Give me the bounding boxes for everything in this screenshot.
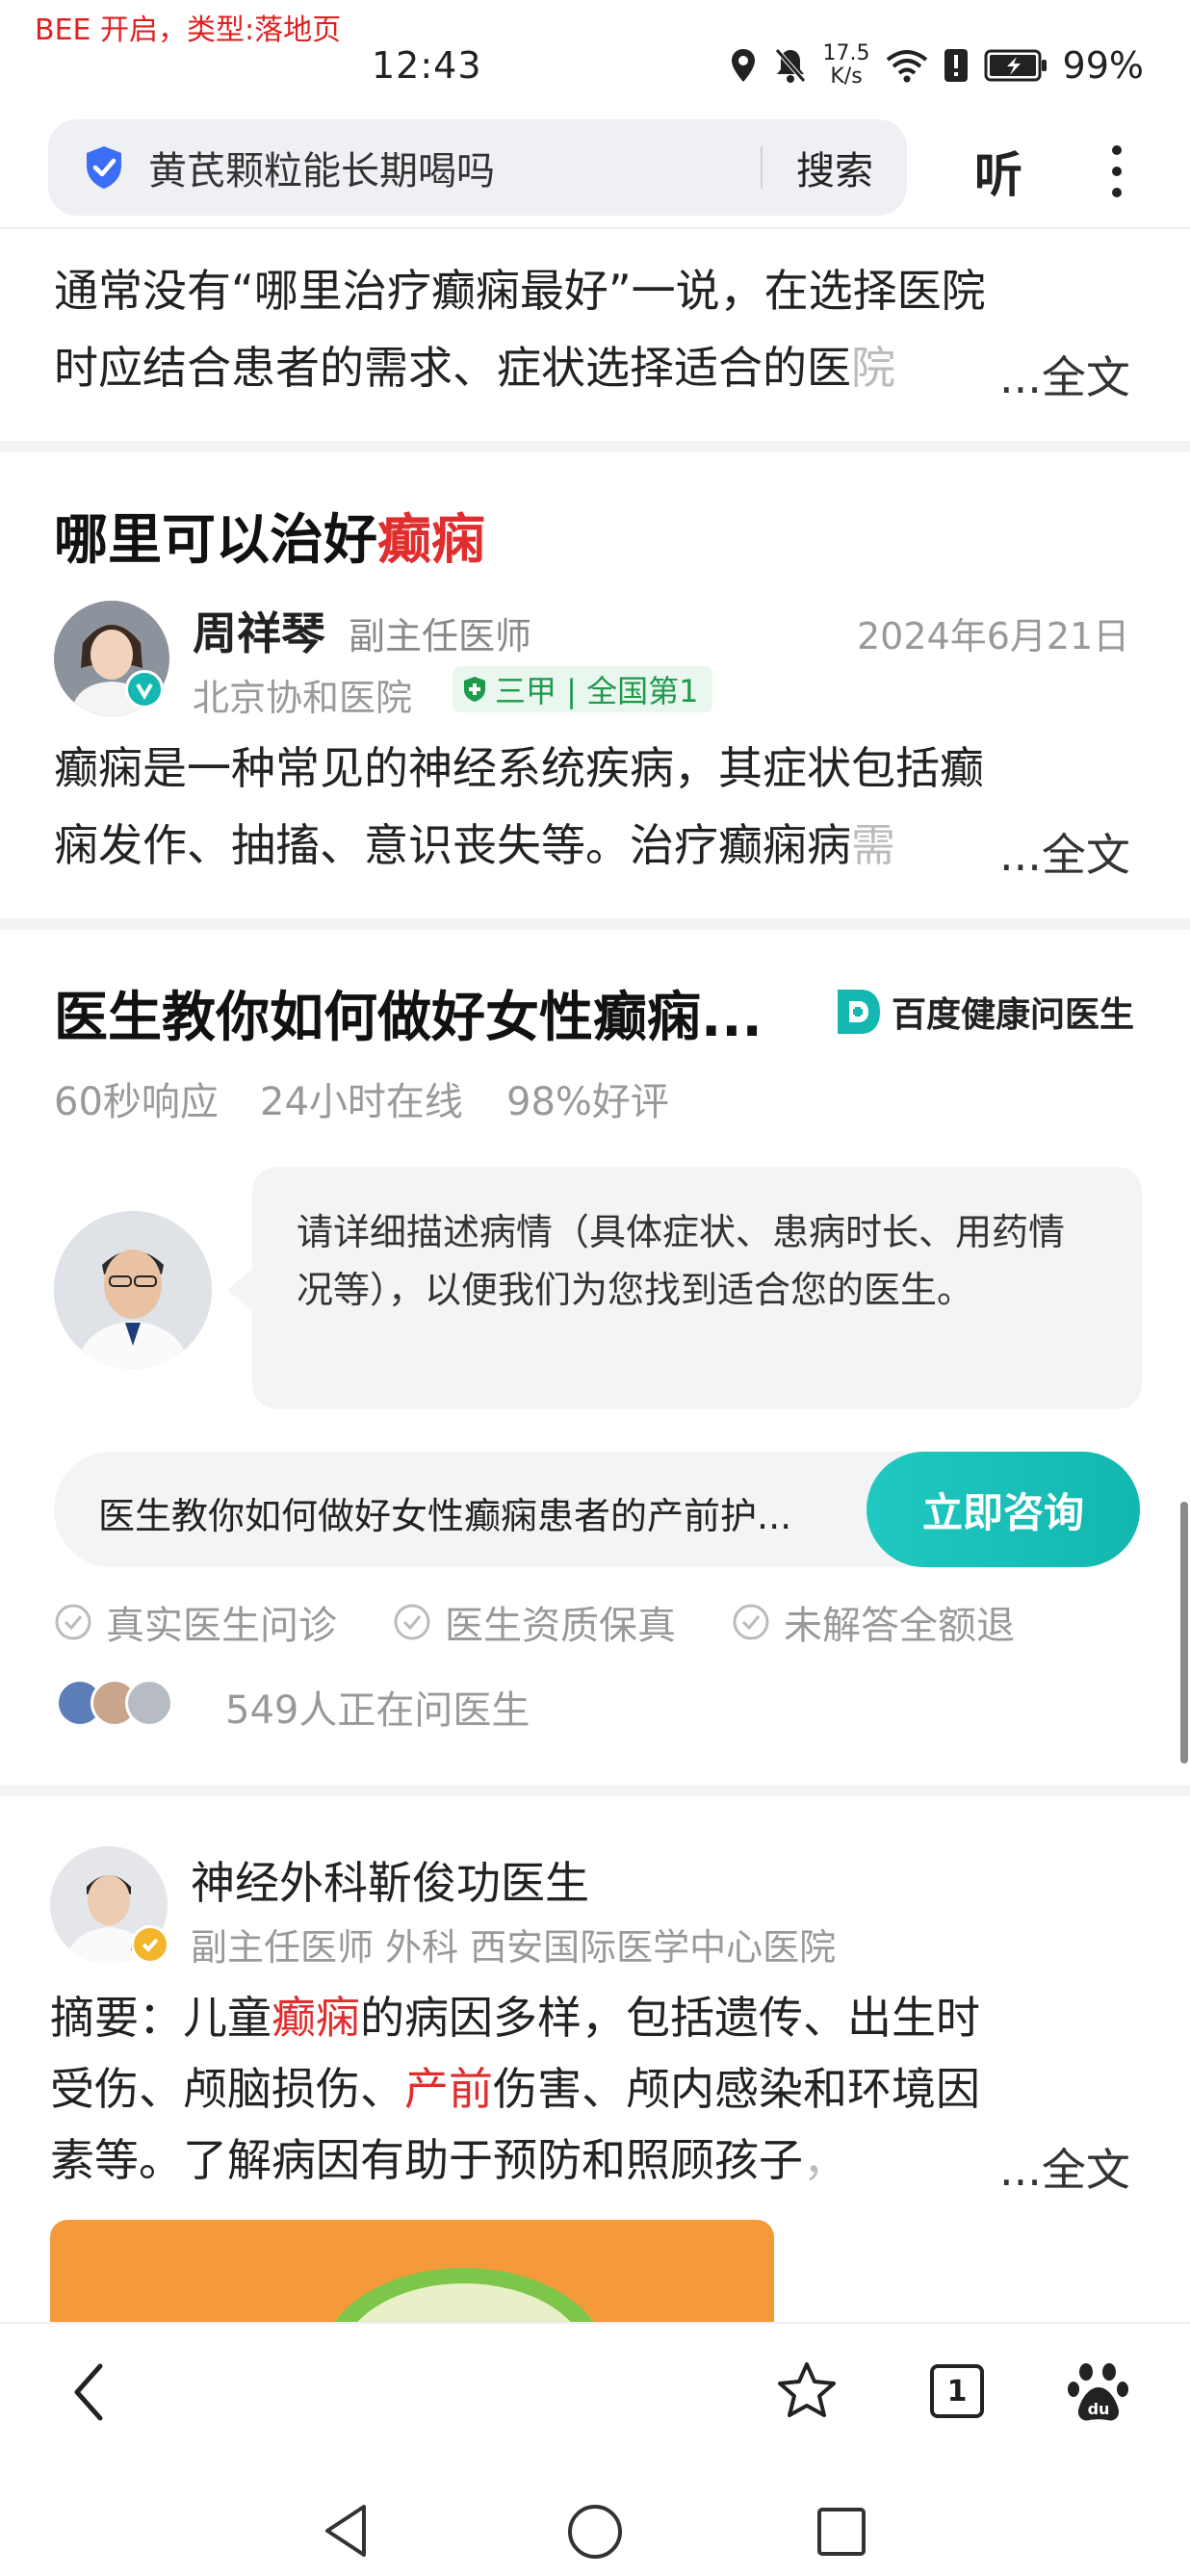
back-arrow-icon[interactable] [69, 2362, 108, 2422]
card2-line2: 痫发作、抽搐、意识丧失等。治疗癫痫病需 [54, 819, 895, 871]
tabs-count-icon[interactable]: 1 [930, 2364, 984, 2418]
mini-avatar [125, 1679, 173, 1727]
consult-input-text[interactable]: 医生教你如何做好女性癫痫患者的产前护... [98, 1486, 791, 1539]
nav-home-icon[interactable] [566, 2503, 624, 2561]
consult-doctor-image [54, 1211, 212, 1369]
article-line2: 受伤、颅脑损伤、产前伤害、颅内感染和环境因 [50, 2063, 980, 2115]
ad-title[interactable]: 医生教你如何做好女性癫痫... [54, 974, 763, 1052]
ad-stat-response: 60秒响应 [54, 1080, 219, 1124]
check-circle-icon [55, 1604, 91, 1640]
card1-line2: 时应结合患者的需求、症状选择适合的医院 [54, 342, 895, 394]
article-image[interactable] [50, 2220, 774, 2322]
status-bar: 12:43 17.5 K/s 99% [0, 0, 1190, 116]
author-name[interactable]: 神经外科靳俊功医生 [191, 1848, 589, 1912]
consult-input-box[interactable]: 医生教你如何做好女性癫痫患者的产前护... 立即咨询 [54, 1452, 1140, 1567]
hospital-rank-tag: 三甲 | 全国第1 [453, 666, 712, 712]
wifi-icon [886, 50, 927, 83]
bubble-tail [227, 1269, 252, 1311]
mute-bell-icon [774, 48, 806, 83]
guarantee-refund: 未解答全额退 [732, 1594, 1015, 1650]
medical-cross-icon [464, 677, 485, 702]
verified-badge-icon [125, 670, 164, 708]
verified-badge-icon [131, 1925, 169, 1964]
doctor-name[interactable]: 周祥琴 [193, 599, 325, 662]
header-divider [0, 227, 1190, 229]
card1-line1: 通常没有“哪里治疗癫痫最好”一说，在选择医院 [54, 265, 986, 317]
status-time: 12:43 [372, 44, 482, 87]
article-line1: 摘要：儿童癫痫的病因多样，包括遗传、出生时 [50, 1992, 980, 2044]
card2-line1: 癫痫是一种常见的神经系统疾病，其症状包括癫 [54, 742, 984, 794]
guarantee-real-doctor: 真实医生问诊 [54, 1594, 337, 1650]
more-menu-icon[interactable] [1105, 142, 1128, 200]
doctor-message-bubble: 请详细描述病情（具体症状、患病时长、用药情况等），以便我们为您找到适合您的医生。 [252, 1167, 1142, 1409]
article-line3: 素等。了解病因有助于预防和照顾孩子， [50, 2134, 847, 2186]
nav-back-icon[interactable] [322, 2503, 370, 2559]
card2-more-link[interactable]: ...全文 [990, 820, 1130, 884]
search-box[interactable]: 黄芪颗粒能长期喝吗 搜索 [48, 119, 907, 216]
nav-recents-icon[interactable] [816, 2507, 867, 2557]
consult-now-button[interactable]: 立即咨询 [867, 1452, 1140, 1567]
battery-icon [984, 49, 1047, 82]
check-circle-icon [733, 1604, 769, 1640]
baidu-paw-icon[interactable]: du [1067, 2360, 1130, 2424]
shield-icon [87, 146, 121, 189]
card-gap [0, 918, 1190, 930]
ad-stat-online: 24小时在线 [260, 1080, 463, 1124]
asking-count: 549人正在问医生 [225, 1688, 530, 1733]
author-meta: 副主任医师 外科 西安国际医学中心医院 [191, 1926, 837, 1969]
location-icon [731, 49, 755, 82]
favorite-star-icon[interactable] [776, 2360, 838, 2420]
card-gap [0, 1785, 1190, 1796]
article-illustration [334, 2268, 594, 2322]
status-icons: 17.5 K/s 99% [729, 39, 1144, 92]
ad-stat-rating: 98%好评 [506, 1080, 669, 1124]
doctor-title: 副主任医师 [349, 615, 532, 657]
bottom-toolbar: 1 du [0, 2322, 1190, 2576]
search-input[interactable]: 黄芪颗粒能长期喝吗 [148, 140, 761, 195]
publish-date: 2024年6月21日 [857, 615, 1130, 657]
asking-avatars [56, 1679, 173, 1727]
check-circle-icon [394, 1604, 430, 1640]
listen-button[interactable]: 听 [974, 137, 1022, 206]
search-button[interactable]: 搜索 [763, 140, 907, 195]
svg-text:du: du [1088, 2400, 1110, 2418]
article-more-link[interactable]: ...全文 [990, 2135, 1130, 2199]
card1-more-link[interactable]: ...全文 [990, 343, 1130, 406]
battery-percent: 99% [1062, 44, 1144, 87]
baidu-health-logo-icon [838, 990, 880, 1034]
card-gap [0, 441, 1190, 452]
brand-logo[interactable]: 百度健康问医生 [832, 986, 1134, 1038]
doctor-hospital: 北京协和医院 [193, 677, 413, 719]
card2-title[interactable]: 哪里可以治好癫痫 [54, 497, 485, 575]
guarantee-qualified: 医生资质保真 [393, 1594, 676, 1650]
net-speed: 17.5 K/s [822, 41, 870, 89]
consult-doctor-avatar [54, 1211, 212, 1369]
alert-icon [944, 49, 968, 82]
scrollbar[interactable] [1180, 1502, 1188, 1764]
